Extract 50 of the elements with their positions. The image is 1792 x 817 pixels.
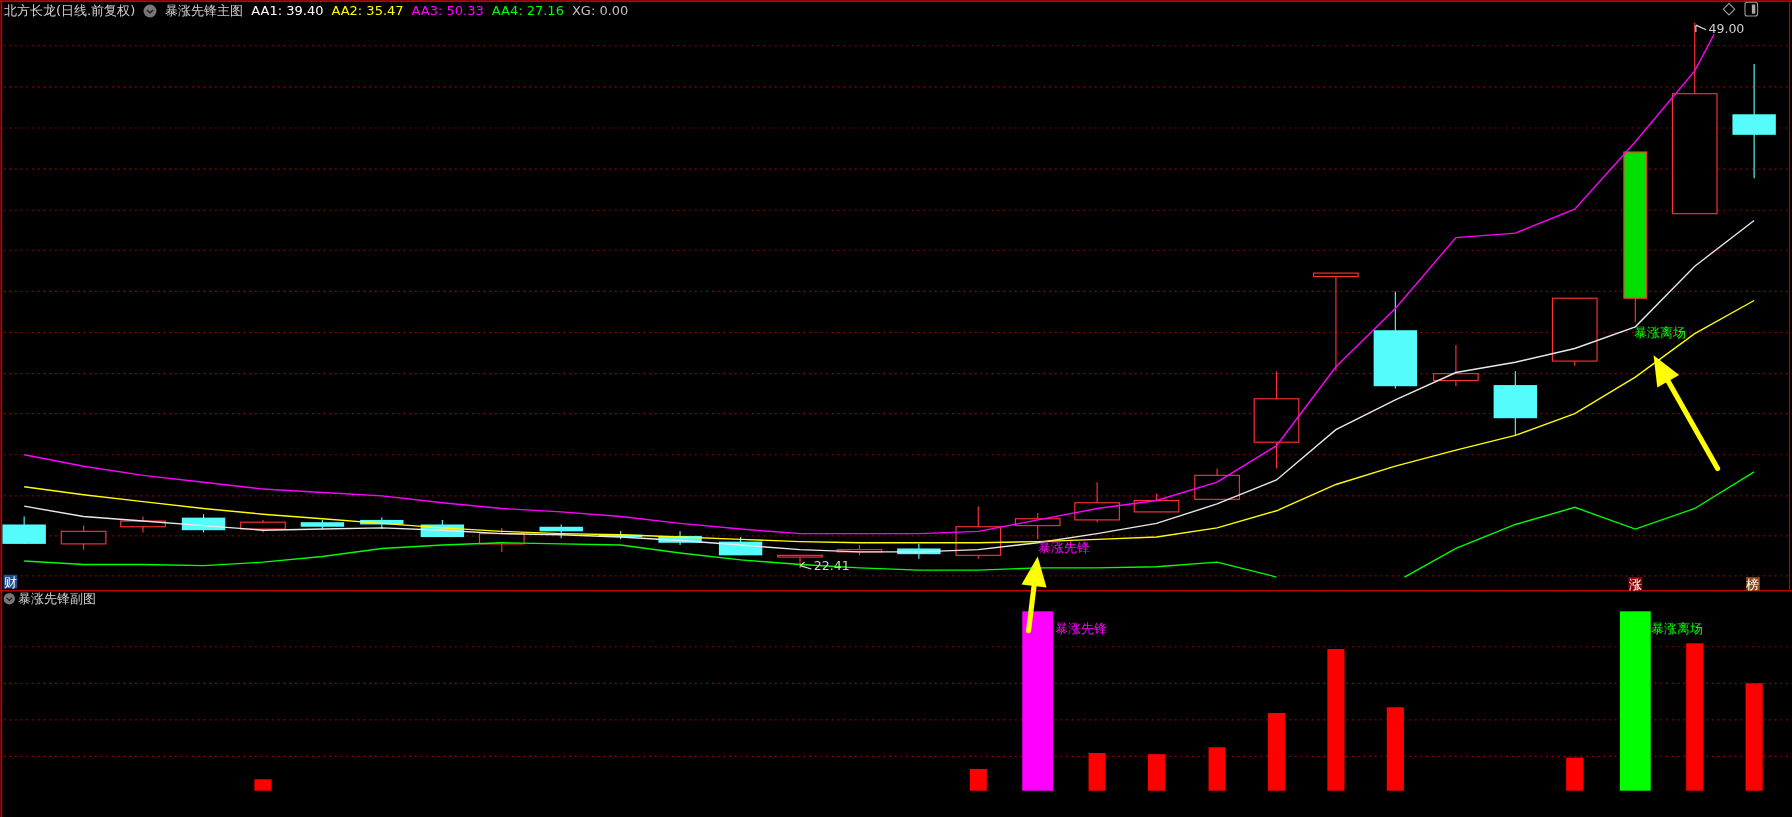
candlestick [1194, 467, 1240, 500]
indicator-bar [969, 769, 987, 791]
price-label: 49.00 [1708, 21, 1745, 37]
candlestick [1551, 297, 1598, 367]
diamond-icon[interactable] [1722, 2, 1736, 16]
indicator-bar [1208, 747, 1226, 791]
panel-icon[interactable] [1744, 1, 1759, 17]
candlestick [181, 513, 226, 534]
indicator-bar [254, 779, 272, 791]
candlestick [539, 523, 583, 539]
candlestick [658, 530, 702, 546]
marker-tag[interactable]: 榜 [1746, 577, 1760, 593]
candlestick [2, 515, 46, 545]
candlestick [300, 519, 345, 530]
signal-label: 暴涨离场 [1651, 621, 1704, 637]
signal-label: 暴涨离场 [1634, 325, 1687, 341]
candlestick [360, 517, 404, 530]
candlestick [60, 525, 107, 551]
candlestick [718, 536, 763, 556]
signal-label: 暴涨先锋 [1054, 621, 1107, 637]
panel-title: 暴涨先锋副图 [18, 591, 97, 607]
indicator-bar [1147, 754, 1166, 791]
leader-line [799, 561, 812, 570]
indicator-value: AA1: 39.40 [251, 2, 324, 20]
candlestick [1433, 344, 1479, 387]
leader-line [1695, 24, 1707, 33]
candlestick [240, 519, 286, 534]
indicator-title: 暴涨先锋主图 [165, 2, 244, 20]
indicator-value: AA2: 35.47 [331, 2, 404, 20]
stock-title: 北方长龙(日线.前复权) [4, 2, 136, 20]
indicator-bar [1566, 757, 1584, 791]
candlestick [478, 527, 525, 553]
marker-tag[interactable]: 财 [3, 574, 18, 590]
indicator-bar [1088, 753, 1106, 791]
indicator-value: AA4: 27.16 [491, 2, 564, 20]
marker-tag[interactable]: 涨 [1628, 577, 1643, 593]
signal-label: 暴涨先锋 [1037, 539, 1090, 555]
indicator-value: AA3: 50.33 [411, 2, 484, 20]
candlestick [120, 515, 166, 534]
dropdown-icon[interactable] [143, 4, 158, 18]
candlestick [836, 544, 883, 556]
candlestick [897, 543, 941, 560]
candlestick [955, 505, 1002, 560]
candlestick [1074, 481, 1120, 523]
indicator-value: XG: 0.00 [571, 2, 629, 20]
candlestick [420, 519, 465, 538]
dropdown-icon[interactable] [3, 593, 15, 605]
candlestick [1014, 512, 1061, 540]
candlestick [1133, 493, 1180, 513]
candlestick [1493, 370, 1538, 436]
